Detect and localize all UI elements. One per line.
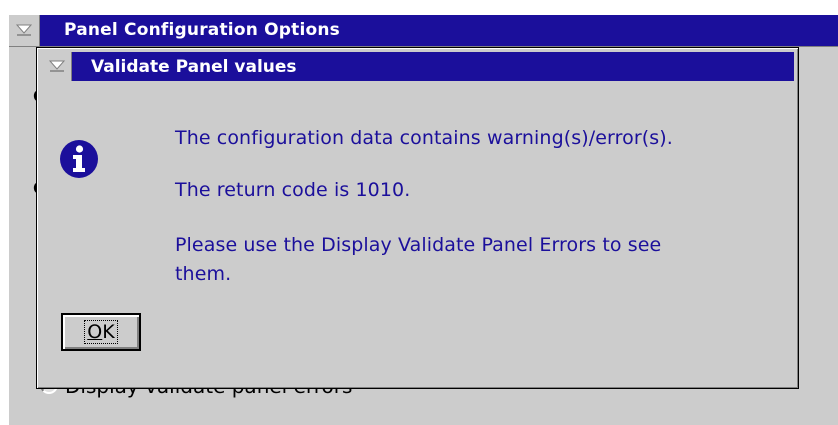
message-line-3: Please use the Display Validate Panel Er… bbox=[175, 234, 662, 256]
dialog-system-menu-button[interactable] bbox=[41, 52, 72, 81]
message-line-4: them. bbox=[175, 263, 232, 285]
ok-button-label: OK bbox=[84, 320, 118, 344]
message-line-2: The return code is 1010. bbox=[175, 179, 411, 201]
message-line-1: The configuration data contains warning(… bbox=[175, 127, 673, 149]
system-menu-icon bbox=[49, 60, 65, 72]
validate-panel-dialog: Validate Panel values The configuration … bbox=[36, 47, 799, 389]
info-icon bbox=[60, 140, 98, 178]
dialog-titlebar[interactable]: Validate Panel values bbox=[41, 52, 794, 81]
parent-window-title: Panel Configuration Options bbox=[64, 20, 340, 40]
parent-titlebar[interactable]: Panel Configuration Options bbox=[9, 15, 838, 47]
ok-button[interactable]: OK bbox=[61, 313, 141, 351]
system-menu-button[interactable] bbox=[9, 15, 40, 46]
dialog-title: Validate Panel values bbox=[91, 57, 297, 77]
system-menu-icon bbox=[16, 24, 32, 36]
